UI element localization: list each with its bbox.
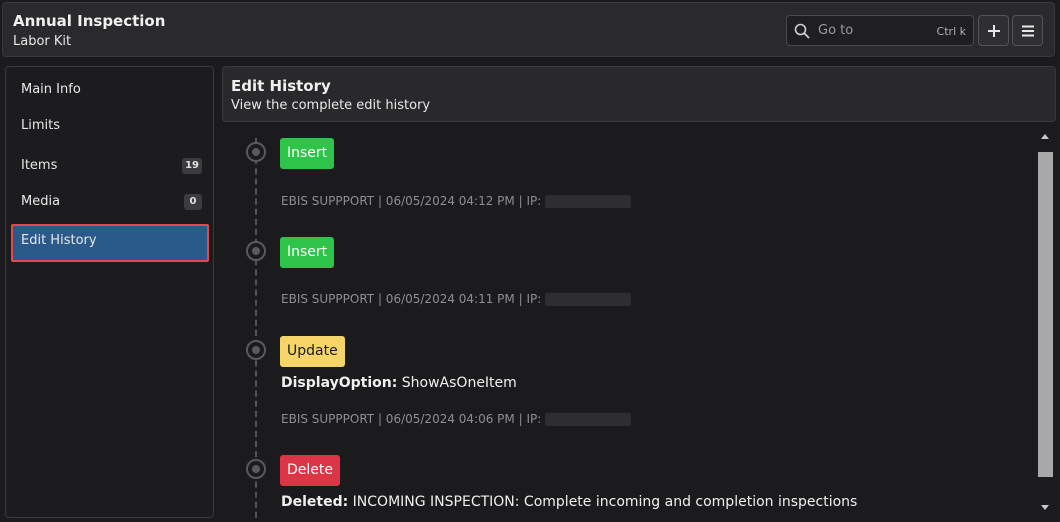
timeline-dot-icon [246,142,266,162]
scroll-down-icon[interactable] [1041,505,1049,510]
sidebar-item-items[interactable]: Items 19 [12,149,208,183]
sidebar-item-label: Edit History [21,233,97,248]
panel-header: Edit History View the complete edit hist… [222,66,1056,122]
edit-history-timeline: Insert EBIS SUPPPORT | 06/05/2024 04:12 … [222,126,1034,522]
timeline-dot-icon [246,241,266,261]
sidebar-item-media[interactable]: Media 0 [12,185,208,219]
scrollbar-thumb[interactable] [1038,152,1053,477]
sidebar-item-label: Main Info [21,82,81,97]
panel-subtitle: View the complete edit history [231,98,431,113]
detail-value: INCOMING INSPECTION: Complete incoming a… [348,494,858,510]
vertical-scrollbar[interactable] [1036,128,1054,518]
detail-key: Deleted: [281,494,349,510]
redacted-ip [545,413,632,426]
plus-icon [987,24,1000,37]
sidebar-item-label: Limits [21,118,60,133]
action-badge-insert: Insert [280,237,335,268]
history-meta: EBIS SUPPPORT | 06/05/2024 04:06 PM | IP… [281,412,632,426]
sidebar-item-limits[interactable]: Limits [12,109,208,143]
page-header: Annual Inspection Labor Kit Go to Ctrl k [2,2,1055,57]
add-button[interactable] [978,15,1009,46]
history-meta-text: EBIS SUPPPORT | 06/05/2024 04:06 PM | IP… [281,412,542,426]
history-detail: Deleted: INCOMING INSPECTION: Complete i… [281,494,857,510]
sidebar-item-label: Media [21,194,61,209]
goto-shortcut-hint: Ctrl k [936,25,966,38]
sidebar-item-edit-history[interactable]: Edit History [11,224,209,262]
sidebar: Main Info Limits Items 19 Media 0 Edit H… [5,66,214,518]
action-badge-insert: Insert [280,138,335,169]
goto-search-input[interactable]: Go to Ctrl k [786,15,974,46]
detail-key: DisplayOption: [281,375,398,391]
history-meta: EBIS SUPPPORT | 06/05/2024 04:11 PM | IP… [281,292,632,306]
history-meta: EBIS SUPPPORT | 06/05/2024 04:12 PM | IP… [281,194,632,208]
page-subtitle: Labor Kit [13,34,72,49]
search-icon [794,23,810,39]
page-title: Annual Inspection [13,12,166,30]
sidebar-item-main-info[interactable]: Main Info [12,73,208,107]
sidebar-item-label: Items [21,158,58,173]
hamburger-menu-icon [1021,25,1034,36]
menu-button[interactable] [1012,15,1043,46]
action-badge-update: Update [280,336,345,367]
action-badge-delete: Delete [280,455,340,486]
timeline-dot-icon [246,340,266,360]
count-badge: 0 [184,194,202,210]
history-meta-text: EBIS SUPPPORT | 06/05/2024 04:11 PM | IP… [281,292,542,306]
detail-value: ShowAsOneItem [397,375,517,391]
count-badge: 19 [182,158,202,174]
redacted-ip [545,293,632,306]
history-meta-text: EBIS SUPPPORT | 06/05/2024 04:12 PM | IP… [281,194,542,208]
scroll-up-icon[interactable] [1041,134,1049,139]
panel-title: Edit History [231,77,331,95]
history-detail: DisplayOption: ShowAsOneItem [281,375,517,391]
redacted-ip [545,195,632,208]
goto-placeholder: Go to [818,23,854,38]
timeline-dot-icon [246,459,266,479]
